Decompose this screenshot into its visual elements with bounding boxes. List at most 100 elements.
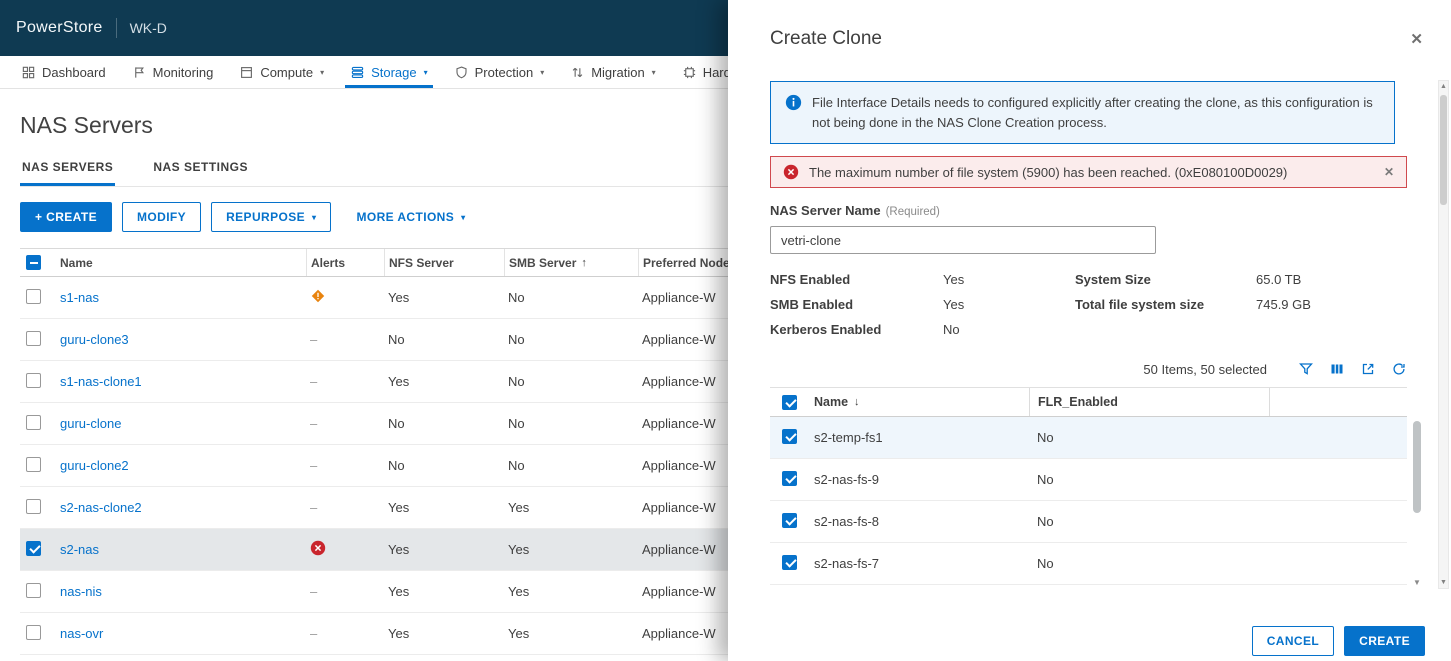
no-alert-dash: –	[310, 584, 318, 599]
nfs-value: No	[388, 332, 405, 347]
column-header-name[interactable]: Name	[56, 249, 306, 276]
nas-name-link[interactable]: s1-nas-clone1	[60, 374, 142, 389]
fs-name: s2-nas-fs-7	[814, 556, 880, 571]
nas-name-link[interactable]: guru-clone2	[60, 458, 129, 473]
row-checkbox[interactable]	[26, 624, 41, 640]
nav-label: Storage	[371, 64, 417, 80]
fs-row-checkbox[interactable]	[782, 512, 797, 528]
nas-name-link[interactable]: s2-nas-clone2	[60, 500, 142, 515]
export-icon[interactable]	[1360, 361, 1376, 377]
fs-table-row[interactable]: s2-temp-fs1 No	[770, 417, 1407, 459]
nav-label: Migration	[591, 64, 645, 80]
row-checkbox[interactable]	[26, 414, 41, 430]
select-all-checkbox[interactable]	[26, 255, 41, 270]
row-checkbox[interactable]	[26, 582, 41, 598]
smb-value: Yes	[508, 500, 530, 515]
chevron-down-icon: ▾	[651, 67, 656, 77]
smb-value: No	[508, 332, 525, 347]
nas-name-link[interactable]: guru-clone	[60, 416, 121, 431]
cancel-button[interactable]: CANCEL	[1251, 626, 1335, 656]
fs-column-header-empty	[1269, 388, 1407, 416]
scroll-down-icon[interactable]: ▼	[1439, 579, 1448, 586]
close-icon[interactable]: ✕	[1410, 32, 1423, 47]
error-alert: The maximum number of file system (5900)…	[770, 156, 1407, 188]
chevron-down-icon: ▾	[312, 212, 317, 222]
fs-select-all-checkbox[interactable]	[782, 394, 797, 410]
dismiss-alert-icon[interactable]: ✕	[1384, 165, 1394, 179]
panel-footer: CANCEL CREATE	[1251, 626, 1425, 656]
dashboard-icon	[22, 66, 35, 78]
chevron-down-icon: ▾	[320, 67, 325, 77]
nas-name-link[interactable]: nas-nis	[60, 584, 102, 599]
panel-title: Create Clone	[770, 28, 882, 49]
refresh-icon[interactable]	[1391, 361, 1407, 377]
column-header-alerts[interactable]: Alerts	[306, 249, 384, 276]
fs-name: s2-temp-fs1	[814, 430, 883, 445]
nav-item-monitoring[interactable]: Monitoring	[119, 56, 227, 88]
info-alert-text: File Interface Details needs to configur…	[812, 95, 1373, 130]
fs-row-checkbox[interactable]	[782, 554, 797, 570]
column-header-smb-server[interactable]: SMB Server ↑	[504, 249, 638, 276]
fs-name: s2-nas-fs-9	[814, 472, 880, 487]
smb-value: Yes	[508, 542, 530, 557]
modify-button[interactable]: MODIFY	[122, 202, 202, 232]
fs-column-header-name[interactable]: Name ↓	[814, 388, 1029, 416]
fs-table-row[interactable]: s2-nas-fs-9 No	[770, 459, 1407, 501]
protection-shield-icon	[456, 65, 467, 78]
row-checkbox[interactable]	[26, 330, 41, 346]
nas-name-link[interactable]: s1-nas	[60, 290, 99, 305]
info-icon	[785, 94, 802, 111]
fs-table-row[interactable]: s2-nas-fs-7 No	[770, 543, 1407, 585]
scroll-down-icon[interactable]: ▼	[1412, 578, 1422, 587]
fs-column-header-flr[interactable]: FLR_Enabled	[1029, 388, 1269, 416]
row-checkbox[interactable]	[26, 288, 41, 304]
fs-table-scrollbar[interactable]: ▼	[1412, 419, 1422, 587]
create-button[interactable]: + CREATE	[20, 202, 112, 232]
tab-nas-settings[interactable]: NAS SETTINGS	[151, 149, 250, 186]
nas-server-name-input[interactable]	[770, 226, 1156, 254]
detail-label: Kerberos Enabled	[770, 322, 882, 337]
scrollbar-thumb[interactable]	[1440, 95, 1447, 205]
row-checkbox[interactable]	[26, 456, 41, 472]
nas-name-link[interactable]: guru-clone3	[60, 332, 129, 347]
detail-label: SMB Enabled	[770, 297, 854, 312]
nav-item-storage[interactable]: Storage ▾	[337, 56, 441, 88]
warning-icon	[311, 289, 325, 303]
nfs-value: No	[388, 458, 405, 473]
column-header-nfs-server[interactable]: NFS Server	[384, 249, 504, 276]
nav-item-dashboard[interactable]: Dashboard	[8, 56, 119, 88]
nfs-value: Yes	[388, 626, 410, 641]
columns-icon[interactable]	[1329, 361, 1345, 377]
fs-row-checkbox[interactable]	[782, 428, 797, 444]
fs-table-row[interactable]: s2-nas-fs-8 No	[770, 501, 1407, 543]
chevron-down-icon: ▾	[461, 212, 466, 222]
scrollbar-thumb[interactable]	[1413, 421, 1421, 513]
error-icon	[310, 540, 326, 556]
row-checkbox[interactable]	[26, 498, 41, 514]
row-checkbox[interactable]	[26, 540, 41, 556]
filter-icon[interactable]	[1298, 361, 1314, 377]
smb-header-label: SMB Server	[509, 255, 577, 270]
more-actions-button[interactable]: MORE ACTIONS ▾	[341, 202, 480, 232]
row-checkbox[interactable]	[26, 372, 41, 388]
panel-scrollbar[interactable]: ▲ ▼	[1438, 80, 1449, 589]
smb-value: Yes	[508, 626, 530, 641]
nav-item-protection[interactable]: Protection ▾	[441, 56, 558, 88]
fs-name: s2-nas-fs-8	[814, 514, 880, 529]
scroll-up-icon[interactable]: ▲	[1439, 83, 1448, 90]
tab-nas-servers[interactable]: NAS SERVERS	[20, 149, 116, 186]
nas-name-link[interactable]: nas-ovr	[60, 626, 103, 641]
nfs-value: No	[388, 416, 405, 431]
nas-name-link[interactable]: s2-nas	[60, 542, 99, 557]
nas-server-name-label: NAS Server Name (Required)	[770, 203, 1407, 218]
repurpose-button[interactable]: REPURPOSE ▾	[211, 202, 332, 232]
smb-value: Yes	[508, 584, 530, 599]
fs-row-checkbox[interactable]	[782, 470, 797, 486]
nav-item-migration[interactable]: Migration ▾	[557, 56, 668, 88]
brand-divider	[115, 18, 117, 38]
detail-value: Yes	[943, 272, 965, 287]
nav-item-compute[interactable]: Compute ▾	[226, 56, 337, 88]
error-alert-text: The maximum number of file system (5900)…	[809, 164, 1288, 180]
create-clone-button[interactable]: CREATE	[1344, 626, 1425, 656]
detail-value: No	[943, 322, 960, 337]
